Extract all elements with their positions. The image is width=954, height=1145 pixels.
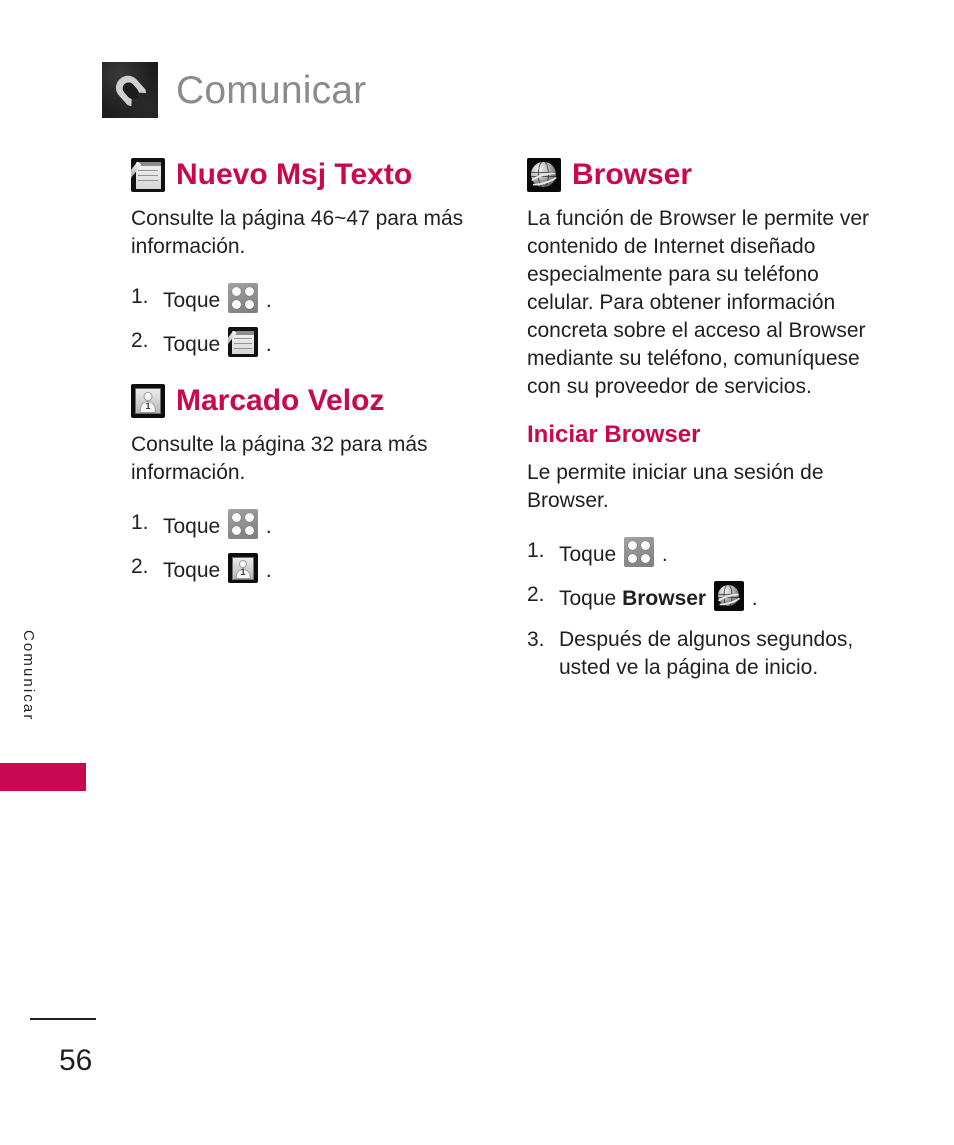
page-title: Comunicar	[176, 68, 367, 112]
step-number: 2.	[131, 329, 149, 353]
subsection-iniciar-browser: Iniciar Browser Le permite iniciar una s…	[527, 422, 879, 682]
left-column: Nuevo Msj Texto Consulte la página 46~47…	[131, 158, 471, 610]
menu-grid-icon	[624, 536, 655, 567]
section-title: Nuevo Msj Texto	[176, 158, 413, 192]
section-heading: Browser	[527, 158, 879, 192]
globe-browser-icon	[527, 158, 561, 192]
notepad-pen-icon	[228, 327, 259, 358]
section-marcado-veloz: 1 Marcado Veloz Consulte la página 32 pa…	[131, 383, 471, 586]
step-text-after: .	[265, 288, 272, 312]
list-item: 2. Toque .	[131, 327, 471, 360]
menu-grid-icon	[228, 508, 259, 539]
step-list: 1. Toque . 2. Toque Browser . 3. Después…	[527, 536, 879, 683]
step-text: Toque	[163, 559, 221, 583]
section-title: Marcado Veloz	[176, 384, 385, 418]
globe-browser-icon	[713, 581, 744, 612]
step-number: 1.	[527, 538, 545, 562]
phone-handset-glyph	[106, 66, 154, 114]
step-bold-term: Browser	[622, 587, 707, 611]
step-number: 3.	[527, 627, 545, 651]
list-item: 1. Toque .	[131, 508, 471, 542]
section-nuevo-msj-texto: Nuevo Msj Texto Consulte la página 46~47…	[131, 158, 471, 360]
list-item: 1. Toque .	[131, 282, 471, 316]
list-item: 3. Después de algunos segundos, usted ve…	[527, 626, 879, 683]
menu-grid-icon	[228, 282, 259, 313]
right-column: Browser La función de Browser le permite…	[527, 158, 879, 707]
step-text: Toque	[163, 333, 221, 357]
page-number: 56	[59, 1044, 93, 1077]
page-header: Comunicar	[102, 62, 366, 118]
step-text: Toque	[559, 542, 617, 566]
step-text: Toque	[163, 288, 221, 312]
section-body: Consulte la página 32 para más informaci…	[131, 432, 428, 484]
step-text: Después de algunos segundos, usted ve la…	[559, 627, 854, 680]
section-heading: Nuevo Msj Texto	[131, 158, 471, 192]
list-item: 2. Toque Browser .	[527, 581, 879, 614]
step-number: 2.	[131, 555, 149, 579]
step-number: 1.	[131, 510, 149, 534]
step-text-after: .	[265, 333, 272, 357]
side-tab-label: Comunicar	[20, 630, 37, 722]
step-text: Toque	[163, 514, 221, 538]
step-text-after: .	[751, 587, 758, 611]
step-number: 2.	[527, 583, 545, 607]
section-browser: Browser La función de Browser le permite…	[527, 158, 879, 400]
subsection-body: Le permite iniciar una sesión de Browser…	[527, 460, 824, 512]
step-text: Toque	[559, 587, 617, 611]
list-item: 2. Toque 1 .	[131, 553, 471, 586]
section-title: Browser	[572, 158, 693, 192]
section-body: Consulte la página 46~47 para más inform…	[131, 207, 464, 258]
section-heading: 1 Marcado Veloz	[131, 383, 471, 418]
speed-dial-contact-icon: 1	[228, 553, 259, 584]
step-text-after: .	[661, 542, 668, 566]
step-text-after: .	[265, 514, 272, 538]
list-item: 1. Toque .	[527, 536, 879, 570]
subsection-title: Iniciar Browser	[527, 421, 701, 449]
side-tab-marker	[0, 763, 86, 791]
step-list: 1. Toque . 2. Toque .	[131, 282, 471, 360]
section-body: La función de Browser le permite ver con…	[527, 207, 869, 398]
phone-handset-icon	[102, 62, 158, 118]
step-list: 1. Toque . 2. Toque 1 .	[131, 508, 471, 586]
step-text-after: .	[265, 559, 272, 583]
footer-divider	[30, 1018, 96, 1020]
speed-dial-contact-icon: 1	[131, 383, 165, 418]
notepad-pen-icon	[131, 158, 165, 192]
step-number: 1.	[131, 284, 149, 308]
